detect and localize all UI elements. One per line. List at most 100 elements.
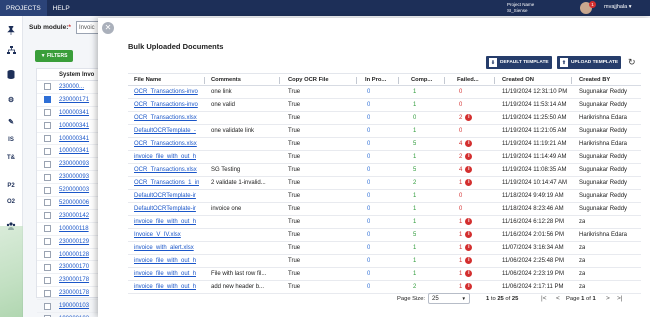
file-name-link[interactable]: invoice_file_with_out_h [134,255,196,268]
column-separator[interactable] [444,77,445,84]
background-table-row[interactable]: 230000171 [37,94,105,107]
table-row[interactable]: OCR_Transactions-invo one link True 0 1 0 11/1… [128,86,641,99]
system-invoice-link[interactable]: 100000118 [59,226,89,232]
file-name-link[interactable]: OCR_Transactions.xlsx [134,138,197,151]
row-checkbox[interactable] [44,135,51,142]
system-invoice-link[interactable]: 520000003 [59,187,89,193]
prev-page-icon[interactable]: < [556,295,560,302]
background-table-row[interactable]: 230000142 [37,210,105,223]
background-table-row[interactable]: 100000118 [37,223,105,236]
info-icon[interactable]: i [465,217,473,225]
table-row[interactable]: invoice_file_with_out_h True 0 1 1 i 11/16/202… [128,216,641,229]
info-icon[interactable]: i [465,282,473,290]
row-checkbox[interactable] [44,289,51,297]
table-row[interactable]: Invoice_V_IV.xlsx True 0 5 1 i 11/16/2024 2:01… [128,229,641,242]
table-row[interactable]: invoice_with_alert.xlsx True 0 1 1 i 11/07/202… [128,242,641,255]
file-name-link[interactable]: invoice_file_with_out_h [134,268,196,281]
pin-icon[interactable] [4,24,18,36]
system-invoice-link[interactable]: 100000341 [59,148,89,154]
file-name-link[interactable]: DefaultOCRTemplate-ir [134,190,196,203]
system-invoice-link[interactable]: 230000171 [59,97,89,103]
nav-projects[interactable]: PROJECTS [0,0,47,16]
next-page-icon[interactable]: > [606,295,610,302]
file-name-link[interactable]: invoice_with_alert.xlsx [134,242,194,255]
system-invoice-link[interactable]: 230000... [59,84,84,90]
background-table-row[interactable]: 100000341 [37,120,105,133]
table-row[interactable]: OCR_Transactions-invo one valid True 0 1 0 11/… [128,99,641,112]
system-invoice-link[interactable]: 230000178 [59,277,89,283]
table-row[interactable]: invoice_file_with_out_h add new header b.… [128,281,641,294]
row-checkbox[interactable] [44,276,51,284]
row-checkbox[interactable] [44,122,51,130]
info-icon[interactable]: i [465,165,473,173]
info-icon[interactable]: i [465,113,473,121]
system-invoice-link[interactable]: 100000128 [59,252,89,258]
database-icon[interactable] [4,68,18,80]
background-table-row[interactable]: 230000093 [37,158,105,172]
background-table-row[interactable]: 190000103 [37,313,105,317]
sitemap-icon[interactable] [4,44,18,56]
row-checkbox[interactable] [44,186,51,194]
settings-cog-icon[interactable]: ⚙ [4,94,18,106]
system-invoice-link[interactable]: 230000093 [59,161,89,167]
file-name-link[interactable]: invoice_file_with_out_h [134,151,196,164]
info-icon[interactable]: i [465,178,473,186]
row-checkbox[interactable] [44,238,51,246]
row-checkbox[interactable] [44,212,51,220]
rail-item-p2[interactable]: P2 [4,180,18,192]
system-invoice-link[interactable]: 100000341 [59,110,89,116]
column-separator[interactable] [204,77,205,84]
edit-icon[interactable]: ✎ [4,116,18,128]
row-checkbox[interactable] [44,251,51,259]
file-name-link[interactable]: DefaultOCRTemplate_- [134,125,196,138]
file-name-link[interactable]: Invoice_V_IV.xlsx [134,229,181,242]
system-invoice-link[interactable]: 520000006 [59,200,89,206]
first-page-icon[interactable]: |< [541,295,546,302]
system-invoice-link[interactable]: 100000341 [59,136,89,142]
row-checkbox[interactable] [44,160,51,168]
table-row[interactable]: invoice_file_with_out_h File with last ro… [128,268,641,281]
table-row[interactable]: OCR_Transactions.xlsx True 0 0 2 i 11/19/2024 … [128,112,641,125]
default-template-button[interactable]: ⬇ DEFAULT TEMPLATE [486,56,552,69]
row-checkbox[interactable] [44,199,51,207]
file-name-link[interactable]: invoice_file_with_out_h [134,216,196,229]
background-table-row[interactable]: 230000178 [37,287,105,301]
system-invoice-link[interactable]: 230000129 [59,239,89,245]
row-checkbox[interactable] [44,147,51,155]
info-icon[interactable]: i [465,139,473,147]
rail-item-is[interactable]: IS [4,134,18,146]
system-invoice-link[interactable]: 100000341 [59,123,89,129]
column-separator[interactable] [356,77,357,84]
background-table-row[interactable]: 100000341 [37,107,105,120]
table-row[interactable]: OCR_Transactions.xlsx True 0 5 4 i 11/19/2024 … [128,138,641,151]
table-row[interactable]: OCR_Transactions_1_in 2 validate 1-invali… [128,177,641,190]
system-invoice-link[interactable]: 230000170 [59,264,89,270]
background-table-row[interactable]: 100000341 [37,145,105,159]
filters-button[interactable]: ▼ FILTERS [35,50,73,62]
page-size-select[interactable]: 25 ▼ [428,293,470,304]
row-checkbox[interactable] [44,173,51,181]
background-table-row[interactable]: 100000341 [37,133,105,146]
table-row[interactable]: DefaultOCRTemplate_- one validate link Tru… [128,125,641,138]
file-name-link[interactable]: OCR_Transactions-invo [134,99,198,112]
background-table-row[interactable]: 520000003 [37,184,105,198]
background-table-row[interactable]: 230000093 [37,171,105,185]
table-row[interactable]: invoice_file_with_out_h True 0 1 2 i 11/19/202… [128,151,641,164]
system-invoice-link[interactable]: 230000093 [59,174,89,180]
info-icon[interactable]: i [465,269,473,277]
system-invoice-link[interactable]: 230000142 [59,213,89,219]
row-checkbox[interactable] [44,263,51,271]
info-icon[interactable]: i [465,230,473,238]
row-checkbox[interactable] [44,83,51,91]
background-table-row[interactable]: 230000129 [37,236,105,249]
background-table-row[interactable]: 230000178 [37,274,105,288]
file-name-link[interactable]: DefaultOCRTemplate-ir [134,203,196,216]
user-name[interactable]: mvajjhala ▾ [604,4,632,10]
refresh-icon[interactable]: ↻ [628,57,636,68]
info-icon[interactable]: i [465,256,473,264]
column-separator[interactable] [279,77,280,84]
background-table-row[interactable]: 100000128 [37,249,105,262]
table-row[interactable]: invoice_file_with_out_h True 0 1 1 i 11/06/202… [128,255,641,268]
system-invoice-link[interactable]: 190000103 [59,303,89,309]
rail-item-o2[interactable]: O2 [4,196,18,208]
